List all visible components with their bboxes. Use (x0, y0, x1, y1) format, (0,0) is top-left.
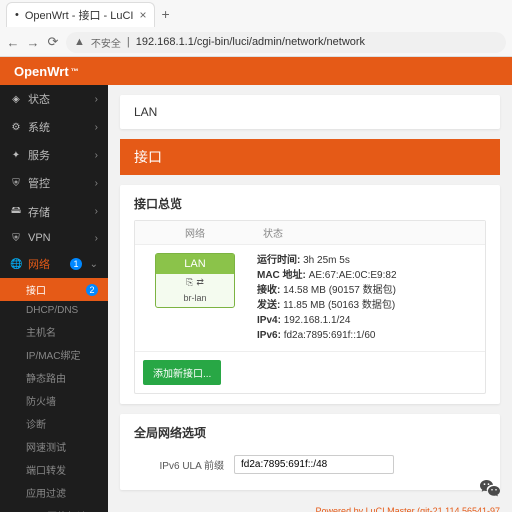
reload-icon[interactable]: ⟳ (46, 34, 60, 50)
disk-icon: 🖴 (10, 203, 22, 220)
services-icon: ✦ (10, 150, 22, 161)
sidebar-item-services[interactable]: ✦ 服务 › (0, 141, 108, 169)
col-status: 状态 (255, 221, 485, 244)
insecure-icon: ▲ (74, 36, 85, 48)
sidebar-label: 服务 (28, 147, 50, 163)
ipv4-label: IPv4: (257, 315, 281, 326)
iface-name: LAN (156, 254, 233, 274)
wechat-icon (478, 477, 502, 501)
page-title: 接口 (120, 139, 500, 175)
sidebar-item-network[interactable]: 🌐 网络 ⌄ 1 (0, 250, 108, 278)
sidebar-label: VPN (28, 232, 51, 244)
status-icon: ◈ (10, 94, 22, 105)
tx-label: 发送: (257, 300, 280, 311)
brand-bar: OpenWrt ™ (0, 57, 512, 85)
insecure-label: 不安全 (91, 35, 121, 50)
sidebar-label: 网络 (28, 256, 50, 272)
brand-name: OpenWrt (14, 64, 69, 79)
ipv4-value: 192.168.1.1/24 (284, 315, 351, 326)
sub-label: 接口 (26, 286, 46, 297)
sidebar-sub-routes[interactable]: 静态路由 (0, 366, 108, 389)
iface-bridge: br-lan (156, 291, 233, 307)
sidebar-sub-firewall[interactable]: 防火墙 (0, 389, 108, 412)
annotation-badge-1: 1 (70, 258, 82, 270)
sidebar: ◈ 状态 › ⚙ 系统 › ✦ 服务 › ⛨ 管控 › 🖴 存储 › ⛨ VPN › 🌐 网络 ⌄ 1 接口 2… (0, 85, 108, 512)
interface-overview-card: 接口总览 网络 状态 LAN ⎘⇄ br-lan 运行时间: 3h (120, 185, 500, 404)
ula-label: IPv6 ULA 前缀 (134, 457, 224, 472)
sidebar-label: 管控 (28, 175, 50, 191)
iface-info: 运行时间: 3h 25m 5s MAC 地址: AE:67:AE:0C:E9:8… (247, 253, 477, 343)
ula-prefix-input[interactable] (234, 455, 394, 474)
sidebar-sub-interfaces[interactable]: 接口 2 (0, 278, 108, 301)
sidebar-sub-hostnames[interactable]: 主机名 (0, 320, 108, 343)
chevron-right-icon: › (95, 206, 98, 217)
chevron-right-icon: › (95, 94, 98, 105)
bridge-icon: ⎘ (186, 277, 193, 288)
sidebar-label: 系统 (28, 119, 50, 135)
new-tab-button[interactable]: + (161, 6, 169, 22)
uptime-value: 3h 25m 5s (303, 255, 350, 266)
sidebar-sub-ipmac[interactable]: IP/MAC绑定 (0, 343, 108, 366)
iface-chip-lan[interactable]: LAN ⎘⇄ br-lan (155, 253, 234, 308)
close-tab-icon[interactable]: × (139, 8, 146, 22)
back-icon[interactable]: ← (6, 35, 20, 50)
link-icon: ⇄ (196, 277, 204, 288)
shield-icon: ⛨ (10, 233, 22, 244)
tab-favicon: • (15, 9, 19, 21)
tx-value: 11.85 MB (50163 数据包) (283, 300, 395, 311)
globe-icon: 🌐 (10, 259, 22, 270)
sidebar-item-vpn[interactable]: ⛨ VPN › (0, 226, 108, 250)
sidebar-item-status[interactable]: ◈ 状态 › (0, 85, 108, 113)
mac-label: MAC 地址: (257, 270, 306, 281)
uptime-label: 运行时间: (257, 255, 300, 266)
annotation-badge-2: 2 (86, 284, 98, 296)
add-interface-button[interactable]: 添加新接口... (143, 360, 221, 385)
chevron-down-icon: ⌄ (90, 259, 98, 270)
sidebar-sub-portfwd[interactable]: 端口转发 (0, 458, 108, 481)
chevron-right-icon: › (95, 122, 98, 133)
col-network: 网络 (135, 221, 255, 244)
global-title: 全局网络选项 (134, 424, 486, 441)
iface-chip-wrap: LAN ⎘⇄ br-lan (143, 253, 247, 308)
mac-value: AE:67:AE:0C:E9:82 (309, 270, 397, 281)
chevron-right-icon: › (95, 178, 98, 189)
ipv6-value: fd2a:7895:691f::1/60 (284, 330, 376, 341)
sidebar-sub-diag[interactable]: 诊断 (0, 412, 108, 435)
sidebar-sub-speed[interactable]: 网速测试 (0, 435, 108, 458)
brand-tm: ™ (71, 67, 79, 76)
sidebar-item-system[interactable]: ⚙ 系统 › (0, 113, 108, 141)
overview-title: 接口总览 (134, 195, 486, 212)
control-icon: ⛨ (10, 178, 22, 189)
rx-label: 接收: (257, 285, 280, 296)
chevron-right-icon: › (95, 233, 98, 244)
global-options-card: 全局网络选项 IPv6 ULA 前缀 (120, 414, 500, 490)
sidebar-label: 存储 (28, 204, 50, 220)
ipv6-label: IPv6: (257, 330, 281, 341)
browser-tab[interactable]: • OpenWrt - 接口 - LuCI × (6, 2, 155, 27)
url-text: 192.168.1.1/cgi-bin/luci/admin/network/n… (136, 36, 365, 48)
breadcrumb: LAN (120, 95, 500, 129)
tab-title: OpenWrt - 接口 - LuCI (25, 7, 134, 23)
forward-icon[interactable]: → (26, 35, 40, 50)
gear-icon: ⚙ (10, 122, 22, 133)
rx-value: 14.58 MB (90157 数据包) (283, 285, 396, 296)
sidebar-item-control[interactable]: ⛨ 管控 › (0, 169, 108, 197)
wechat-widget[interactable] (476, 475, 504, 503)
content-area: LAN 接口 接口总览 网络 状态 LAN ⎘⇄ br-lan (108, 85, 512, 512)
footer-credit: Powered by LuCI Master (git-21.114.56541… (120, 500, 500, 512)
sidebar-label: 状态 (28, 91, 50, 107)
sidebar-sub-dhcp[interactable]: DHCP/DNS (0, 301, 108, 320)
sidebar-item-storage[interactable]: 🖴 存储 › (0, 197, 108, 226)
address-bar[interactable]: ▲ 不安全 | 192.168.1.1/cgi-bin/luci/admin/n… (66, 32, 506, 53)
chevron-right-icon: › (95, 150, 98, 161)
sidebar-sub-appfilter[interactable]: 应用过滤 (0, 481, 108, 504)
